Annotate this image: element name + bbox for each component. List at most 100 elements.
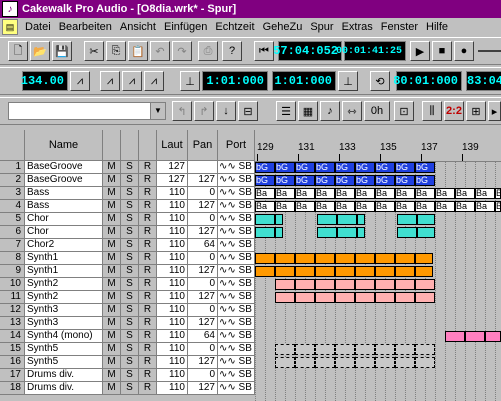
clip[interactable] xyxy=(415,266,433,277)
app-icon[interactable]: ♪ xyxy=(2,1,18,17)
clip[interactable] xyxy=(275,279,295,290)
record-arm-button[interactable]: R xyxy=(139,187,157,200)
track-volume[interactable]: 110 xyxy=(157,317,188,330)
track-pan[interactable]: 0 xyxy=(188,187,218,200)
menu-view[interactable]: Ansicht xyxy=(116,21,160,33)
clip[interactable] xyxy=(397,227,417,238)
track-row[interactable]: 13 Synth3 M S R 110 127 ∿∿ SB xyxy=(0,317,255,330)
clip[interactable] xyxy=(395,279,415,290)
track-name[interactable]: Synth5 xyxy=(25,356,103,369)
clip[interactable] xyxy=(275,357,295,368)
clip[interactable]: bG xyxy=(255,162,275,173)
mute-button[interactable]: M xyxy=(103,187,121,200)
mute-button[interactable]: M xyxy=(103,356,121,369)
stop-icon[interactable]: ■ xyxy=(432,41,452,61)
track-row[interactable]: 15 Synth5 M S R 110 0 ∿∿ SB xyxy=(0,343,255,356)
help-button[interactable]: ? xyxy=(222,41,242,61)
clip[interactable] xyxy=(397,214,417,225)
track-port[interactable]: ∿∿ SB xyxy=(218,369,255,382)
clip[interactable] xyxy=(357,214,365,225)
track-edit-icon[interactable]: ⊟ xyxy=(238,101,258,121)
clip[interactable] xyxy=(417,227,435,238)
clip[interactable]: bG xyxy=(335,175,355,186)
track-port[interactable]: ∿∿ SB xyxy=(218,304,255,317)
track-volume[interactable]: 110 xyxy=(157,200,188,213)
clip[interactable]: bG xyxy=(255,175,275,186)
solo-button[interactable]: S xyxy=(121,382,139,395)
clip[interactable] xyxy=(275,214,283,225)
clip[interactable]: Ba xyxy=(495,188,501,199)
track-row[interactable]: 4 Bass M S R 110 127 ∿∿ SB xyxy=(0,200,255,213)
track-port[interactable]: ∿∿ SB xyxy=(218,356,255,369)
clip[interactable]: Ba xyxy=(475,201,495,212)
track-name[interactable]: BaseGroove xyxy=(25,161,103,174)
track-row[interactable]: 11 Synth2 M S R 110 127 ∿∿ SB xyxy=(0,291,255,304)
record-arm-button[interactable]: R xyxy=(139,317,157,330)
piano-roll-icon[interactable]: ▦ xyxy=(298,101,318,121)
track-name[interactable]: BaseGroove xyxy=(25,174,103,187)
mute-button[interactable]: M xyxy=(103,200,121,213)
track-pan[interactable]: 127 xyxy=(188,291,218,304)
clip[interactable]: Ba xyxy=(295,188,315,199)
track-pan[interactable]: 127 xyxy=(188,382,218,395)
track-name[interactable]: Synth1 xyxy=(25,252,103,265)
solo-button[interactable]: S xyxy=(121,369,139,382)
mute-button[interactable]: M xyxy=(103,278,121,291)
clip[interactable]: Ba xyxy=(275,201,295,212)
record-arm-button[interactable]: R xyxy=(139,330,157,343)
record-arm-button[interactable]: R xyxy=(139,369,157,382)
clip[interactable] xyxy=(255,214,275,225)
solo-button[interactable]: S xyxy=(121,226,139,239)
clip[interactable]: Ba xyxy=(315,201,335,212)
metronome-icon[interactable]: ⩘ xyxy=(70,71,90,91)
two-two-icon[interactable]: 2:2 xyxy=(444,101,464,121)
clip[interactable]: Ba xyxy=(455,201,475,212)
event-view-icon[interactable]: 0h xyxy=(364,101,390,121)
mute-button[interactable]: M xyxy=(103,317,121,330)
new-file-button[interactable]: 🗋 xyxy=(8,41,28,61)
mute-button[interactable]: M xyxy=(103,343,121,356)
clip[interactable]: Ba xyxy=(255,188,275,199)
track-port[interactable]: ∿∿ SB xyxy=(218,291,255,304)
menu-edit[interactable]: Bearbeiten xyxy=(55,21,116,33)
solo-button[interactable]: S xyxy=(121,343,139,356)
clip[interactable] xyxy=(465,331,485,342)
clip[interactable] xyxy=(315,253,335,264)
track-row[interactable]: 2 BaseGroove M S R 127 127 ∿∿ SB xyxy=(0,174,255,187)
mute-button[interactable]: M xyxy=(103,213,121,226)
record-arm-button[interactable]: R xyxy=(139,382,157,395)
time-display-smpte[interactable]: 00:01:41:25 xyxy=(336,41,406,61)
time-display-mbt[interactable]: 57:04:052 xyxy=(273,41,342,61)
clip[interactable]: Ba xyxy=(275,188,295,199)
clip[interactable] xyxy=(355,292,375,303)
clip[interactable]: bG xyxy=(295,162,315,173)
clip[interactable] xyxy=(395,292,415,303)
menu-window[interactable]: Fenster xyxy=(377,21,422,33)
track-port[interactable]: ∿∿ SB xyxy=(218,239,255,252)
cut-button[interactable]: ✂ xyxy=(84,41,104,61)
mute-button[interactable]: M xyxy=(103,265,121,278)
clip[interactable] xyxy=(317,214,337,225)
clip[interactable] xyxy=(375,357,395,368)
clip[interactable] xyxy=(415,292,435,303)
time-ruler[interactable]: 129 131 133 135 137 139 xyxy=(255,130,501,162)
clip[interactable]: bG xyxy=(395,175,415,186)
clip[interactable] xyxy=(355,344,375,355)
clip[interactable]: bG xyxy=(415,162,435,173)
position-slider[interactable] xyxy=(478,50,501,52)
clip[interactable]: Ba xyxy=(415,201,435,212)
clip[interactable]: Ba xyxy=(335,188,355,199)
tempo-display[interactable]: 134.00 xyxy=(21,71,68,91)
solo-button[interactable]: S xyxy=(121,252,139,265)
track-volume[interactable]: 110 xyxy=(157,343,188,356)
menu-insert[interactable]: Einfügen xyxy=(160,21,211,33)
undo-button[interactable]: ↶ xyxy=(150,41,170,61)
solo-button[interactable]: S xyxy=(121,304,139,317)
document-icon[interactable]: ▤ xyxy=(2,19,18,35)
solo-button[interactable]: S xyxy=(121,317,139,330)
clip[interactable] xyxy=(295,253,315,264)
mixer-icon[interactable]: ⫼ xyxy=(422,101,442,121)
track-pan[interactable]: 0 xyxy=(188,252,218,265)
clip[interactable]: Ba xyxy=(375,188,395,199)
track-volume[interactable]: 110 xyxy=(157,239,188,252)
